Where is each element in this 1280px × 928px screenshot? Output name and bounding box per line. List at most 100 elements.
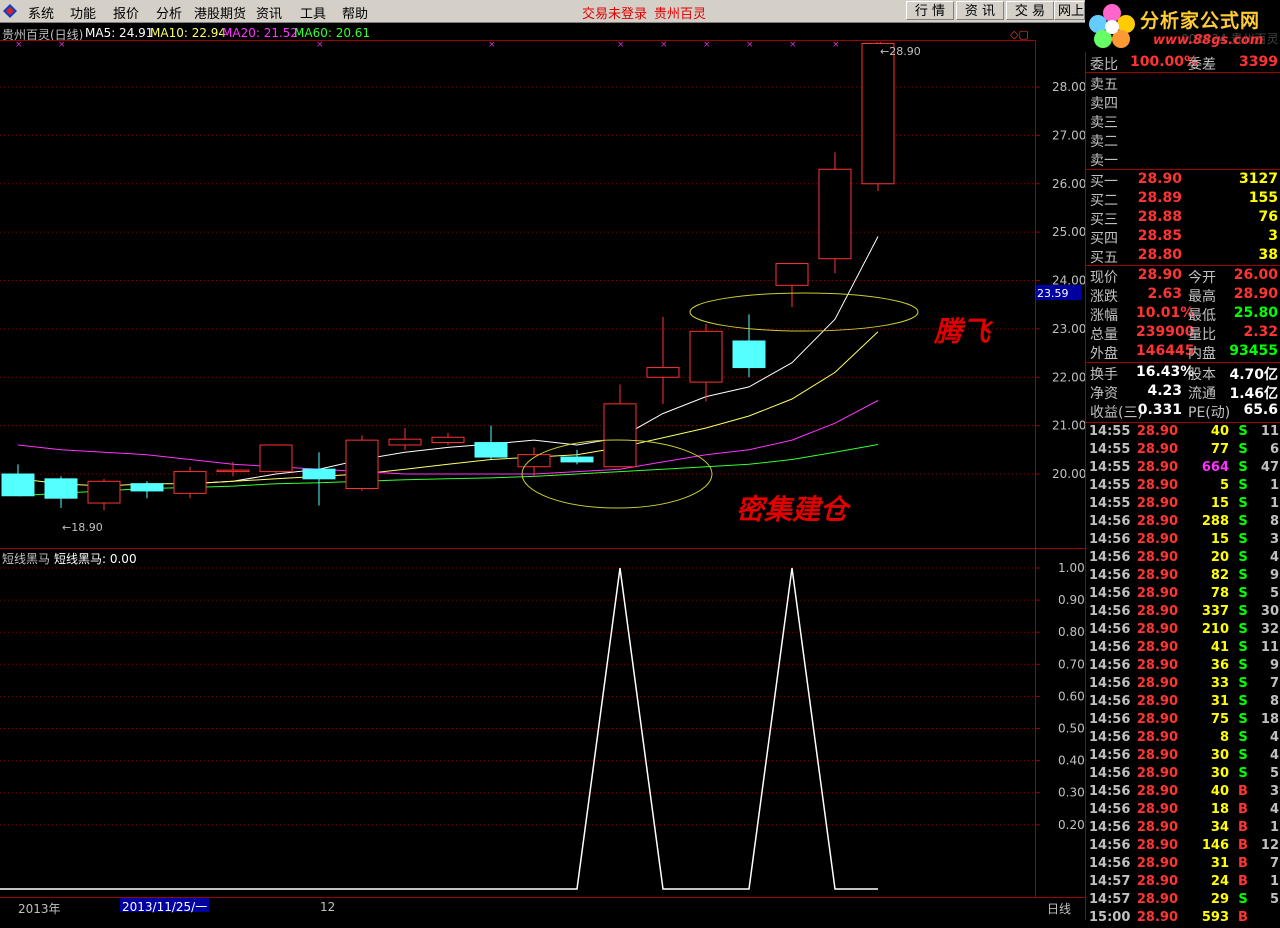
- stat-row: 涨幅 10.01% 最低 25.80: [1090, 305, 1280, 324]
- tick-time: 14:56: [1089, 622, 1131, 637]
- tick-price: 28.90: [1136, 568, 1178, 583]
- buy-level-row: 买二 28.89 155: [1090, 190, 1280, 209]
- tick-price: 28.90: [1136, 496, 1178, 511]
- tick-row: 14:56 28.90 33 S 7: [1089, 676, 1280, 694]
- tick-time: 14:56: [1089, 514, 1131, 529]
- tick-side: S: [1238, 694, 1248, 709]
- tick-price: 28.90: [1136, 784, 1178, 799]
- tick-volume: 8: [1219, 730, 1229, 745]
- finance-row: 换手 16.43% 股本 4.70亿: [1090, 364, 1280, 383]
- tick-side: S: [1238, 730, 1248, 745]
- tick-count: 5: [1269, 766, 1279, 781]
- indicator-tick-label: 0.40: [1058, 754, 1085, 768]
- tick-time: 14:55: [1089, 496, 1131, 511]
- tick-price: 28.90: [1136, 766, 1178, 781]
- tick-side: S: [1238, 478, 1248, 493]
- indicator-tick-label: 0.80: [1058, 625, 1085, 639]
- finance-label: 净资: [1090, 386, 1118, 402]
- tick-volume: 82: [1210, 568, 1229, 583]
- kline-chart[interactable]: 28.0027.0026.0025.0024.0023.0022.0021.00…: [0, 0, 1085, 897]
- stat-value: 28.90: [1137, 267, 1182, 283]
- finance-value-2: 4.70亿: [1229, 367, 1278, 383]
- tick-time: 14:57: [1089, 892, 1131, 907]
- candle-body: [302, 468, 336, 480]
- tick-count: 9: [1269, 568, 1279, 583]
- tick-volume: 75: [1210, 712, 1229, 727]
- candle-body: [560, 456, 594, 463]
- tick-price: 28.90: [1136, 460, 1178, 475]
- tick-time: 14:56: [1089, 784, 1131, 799]
- tick-price: 28.90: [1136, 442, 1178, 457]
- stat-value: 2.63: [1147, 286, 1182, 302]
- price-tick-label: 22.00: [1052, 370, 1085, 384]
- tick-price: 28.90: [1136, 910, 1178, 925]
- tick-side: S: [1238, 424, 1248, 439]
- candle-body: [345, 439, 379, 490]
- tick-row: 14:56 28.90 31 S 8: [1089, 694, 1280, 712]
- tick-price: 28.90: [1136, 730, 1178, 745]
- indicator-value: 短线黑马: 0.00: [54, 552, 137, 566]
- finance-row: 净资 4.23 流通 1.46亿: [1090, 383, 1280, 402]
- weibi-value: 100.00%: [1130, 54, 1199, 70]
- candle-body: [431, 436, 465, 444]
- tick-count: 18: [1260, 712, 1279, 727]
- tick-time: 14:56: [1089, 604, 1131, 619]
- tick-time: 14:56: [1089, 712, 1131, 727]
- indicator-name: 短线黑马: [2, 552, 51, 566]
- tick-volume: 41: [1210, 640, 1229, 655]
- tick-price: 28.90: [1136, 478, 1178, 493]
- tick-price: 28.90: [1136, 658, 1178, 673]
- period-label[interactable]: 日线: [1047, 900, 1071, 917]
- candle-body: [818, 168, 852, 260]
- finance-value: 4.23: [1147, 383, 1182, 399]
- tick-count: 32: [1260, 622, 1279, 637]
- tick-side: S: [1238, 496, 1248, 511]
- tick-time: 14:56: [1089, 532, 1131, 547]
- low-price-label: ←18.90: [62, 521, 103, 534]
- stat-value-2: 2.32: [1243, 324, 1278, 340]
- sell-level-label: 卖三: [1090, 115, 1118, 131]
- stat-value-2: 28.90: [1233, 286, 1278, 302]
- tick-price: 28.90: [1136, 856, 1178, 871]
- tick-volume: 664: [1201, 460, 1229, 475]
- tick-price: 28.90: [1136, 586, 1178, 601]
- candle-body: [646, 367, 680, 378]
- stat-value-2: 26.00: [1233, 267, 1278, 283]
- tick-volume: 40: [1210, 424, 1229, 439]
- tick-price: 28.90: [1136, 712, 1178, 727]
- tick-row: 14:56 28.90 30 S 5: [1089, 766, 1280, 784]
- signal-marker: ×: [316, 40, 324, 50]
- candle-body: [388, 438, 422, 446]
- annotation-mijijiancang: 密集建仓: [736, 493, 849, 526]
- tick-side: B: [1238, 784, 1248, 799]
- stat-label: 外盘: [1090, 346, 1118, 362]
- tick-time: 15:00: [1089, 910, 1131, 925]
- month-label: 12: [320, 900, 336, 914]
- candle-body: [861, 42, 895, 185]
- tick-time: 14:56: [1089, 694, 1131, 709]
- tick-side: S: [1238, 892, 1248, 907]
- tick-price: 28.90: [1136, 640, 1178, 655]
- stat-value: 239900: [1136, 324, 1195, 340]
- tick-time: 14:56: [1089, 766, 1131, 781]
- price-grid: 28.0027.0026.0025.0024.0023.0022.0021.00…: [0, 80, 1085, 481]
- tick-row: 14:56 28.90 337 S 30: [1089, 604, 1280, 622]
- tick-time: 14:56: [1089, 730, 1131, 745]
- tick-time: 14:56: [1089, 748, 1131, 763]
- signal-marker: ×: [746, 40, 754, 50]
- tick-time: 14:56: [1089, 856, 1131, 871]
- bottom-date-bar: 2013年 2013/11/25/一 12 日线: [0, 897, 1085, 920]
- tick-volume: 20: [1210, 550, 1229, 565]
- tick-volume: 29: [1210, 892, 1229, 907]
- tick-price: 28.90: [1136, 802, 1178, 817]
- sell-level-label: 卖四: [1090, 96, 1118, 112]
- tick-count: 11: [1260, 424, 1279, 439]
- indicator-line: [0, 567, 878, 890]
- tick-count: 4: [1269, 802, 1279, 817]
- candle-body: [1, 473, 35, 497]
- tick-side: B: [1238, 910, 1248, 925]
- buy-level-volume: 38: [1258, 247, 1278, 263]
- stat-value-2: 93455: [1229, 343, 1278, 359]
- buy-level-label: 买五: [1090, 250, 1118, 266]
- tick-time: 14:56: [1089, 640, 1131, 655]
